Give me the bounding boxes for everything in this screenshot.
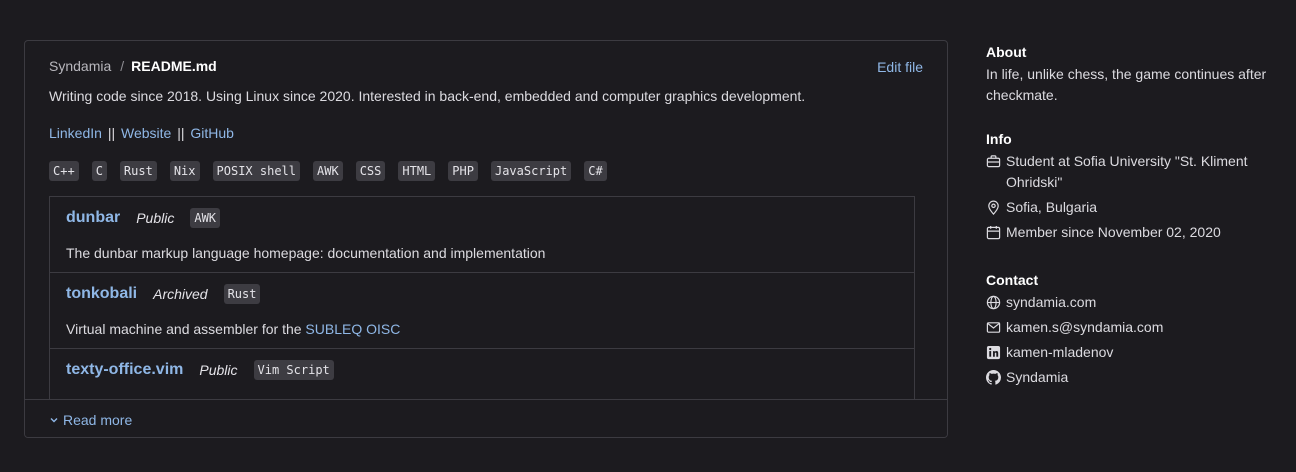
repo-description: The dunbar markup language homepage: doc… [66,245,545,261]
language-tag: CSS [355,161,386,181]
chevron-down-icon [49,415,59,425]
repo-language-tag: AWK [190,208,221,228]
contact-email-text: kamen.s@syndamia.com [1006,319,1164,335]
language-tag: PHP [448,161,478,181]
language-tag: C# [584,161,607,181]
language-tags: C++ C Rust Nix POSIX shell AWK CSS HTML … [49,161,607,181]
language-tag: HTML [398,161,436,181]
info-heading: Info [986,131,1012,147]
contact-item-linkedin[interactable]: kamen-mladenov [986,342,1276,363]
bio-text: Writing code since 2018. Using Linux sin… [49,88,806,104]
contact-section: Contact syndamia.com kamen.s@syndamia.co… [986,272,1276,392]
linkedin-link[interactable]: LinkedIn [49,125,102,141]
info-education-text: Student at Sofia University "St. Kliment… [1006,153,1248,190]
language-tag: JavaScript [490,161,572,181]
language-tag: POSIX shell [212,161,300,181]
breadcrumb-owner[interactable]: Syndamia [49,58,111,74]
read-more-button[interactable]: Read more [49,412,132,428]
repo-description: Virtual machine and assembler for the SU… [66,321,400,337]
info-item-location: Sofia, Bulgaria [986,197,1276,218]
repo-name-link[interactable]: tonkobali [66,285,137,303]
repo-language-tag: Vim Script [253,360,334,380]
info-item-member-since: Member since November 02, 2020 [986,222,1276,243]
repo-visibility: Public [199,362,238,378]
website-link[interactable]: Website [121,125,171,141]
contact-website-text: syndamia.com [1006,294,1097,310]
table-row: tonkobali Archived Rust Virtual machine … [50,273,914,349]
table-row: dunbar Public AWK The dunbar markup lang… [50,197,914,273]
info-location-text: Sofia, Bulgaria [1006,199,1098,215]
info-member-since-text: Member since November 02, 2020 [1006,224,1221,240]
language-tag: C [91,161,107,181]
readme-panel: Syndamia / README.md Edit file Writing cod… [24,40,948,438]
github-icon [986,370,1001,385]
globe-icon [986,295,1001,310]
repo-name-link[interactable]: texty-office.vim [66,361,183,379]
repo-table: dunbar Public AWK The dunbar markup lang… [49,196,915,425]
briefcase-icon [986,155,1001,168]
repo-name-link[interactable]: dunbar [66,209,120,227]
link-separator: || [107,125,116,141]
readme-header: Syndamia / README.md Edit file [49,58,923,78]
language-tag: AWK [313,161,343,181]
subleq-link[interactable]: SUBLEQ OISC [305,321,400,337]
repo-description-text: The dunbar markup language homepage: doc… [66,245,546,261]
contact-heading: Contact [986,272,1039,288]
breadcrumb-file: README.md [131,58,217,74]
about-text: In life, unlike chess, the game continue… [986,66,1267,103]
info-section: Info Student at Sofia University "St. Kl… [986,131,1276,247]
repo-visibility: Archived [153,286,208,302]
contact-linkedin-text: kamen-mladenov [1006,344,1114,360]
linkedin-icon [986,345,1001,360]
contact-github-text: Syndamia [1006,369,1069,385]
mail-icon [986,322,1001,333]
contact-item-github[interactable]: Syndamia [986,367,1276,388]
language-tag: Rust [119,161,157,181]
about-heading: About [986,44,1027,60]
edit-file-link[interactable]: Edit file [877,59,923,75]
contact-item-website[interactable]: syndamia.com [986,292,1276,313]
github-link[interactable]: GitHub [190,125,234,141]
about-section: About In life, unlike chess, the game co… [986,44,1276,106]
breadcrumb-separator: / [120,58,125,74]
repo-visibility: Public [136,210,175,226]
language-tag: C++ [49,161,79,181]
language-tag: Nix [169,161,200,181]
repo-description-text: Virtual machine and assembler for the [66,321,306,337]
info-item-education: Student at Sofia University "St. Kliment… [986,151,1276,193]
read-more-bar [25,399,947,437]
repo-language-tag: Rust [223,284,261,304]
read-more-label: Read more [63,412,133,428]
location-pin-icon [988,200,999,215]
link-separator: || [177,125,185,141]
calendar-icon [986,225,1001,240]
profile-links: LinkedIn || Website || GitHub [49,125,234,141]
contact-item-email[interactable]: kamen.s@syndamia.com [986,317,1276,338]
